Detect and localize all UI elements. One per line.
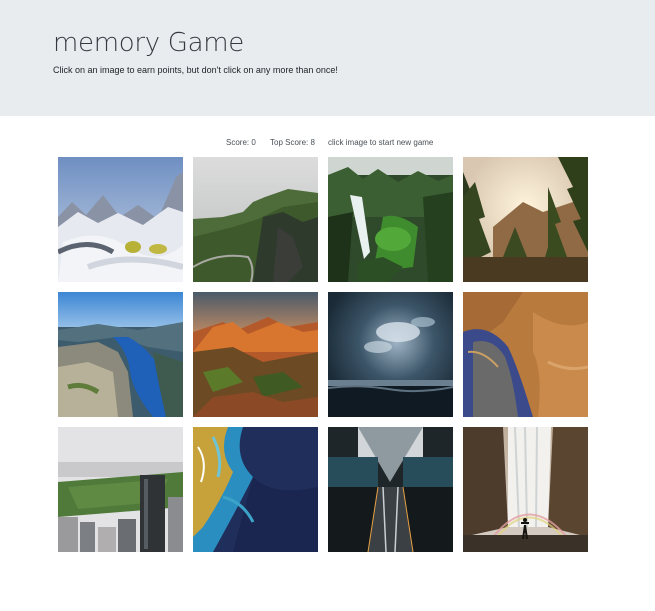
image-grid	[58, 157, 588, 552]
forest-waterfall-image[interactable]	[328, 157, 453, 282]
top-score-display: Top Score: 8	[270, 137, 315, 149]
ocean-reef-aerial-image[interactable]	[193, 427, 318, 552]
pine-forest-sunset-image[interactable]	[463, 157, 588, 282]
snowy-mountains-image[interactable]	[58, 157, 183, 282]
waterfall-rainbow-image[interactable]	[463, 427, 588, 552]
scoreboard: Score: 0 Top Score: 8 click image to sta…	[0, 137, 655, 149]
page-subtitle: Click on an image to earn points, but do…	[53, 65, 338, 75]
green-cliffs-road-image[interactable]	[193, 157, 318, 282]
red-canyon-image[interactable]	[193, 292, 318, 417]
score-display: Score: 0	[226, 137, 256, 149]
stormy-sea-sky-image[interactable]	[328, 292, 453, 417]
game-status-message: click image to start new game	[328, 138, 434, 147]
score-label: Score:	[226, 138, 250, 147]
memory-game-page: memory Game Click on an image to earn po…	[0, 0, 655, 611]
city-park-skyline-image[interactable]	[58, 427, 183, 552]
page-title: memory Game	[53, 28, 245, 58]
top-score-value: 8	[310, 138, 315, 147]
desert-aerial-image[interactable]	[463, 292, 588, 417]
score-value: 0	[251, 138, 256, 147]
fjord-aerial-image[interactable]	[58, 292, 183, 417]
header-banner: memory Game Click on an image to earn po…	[0, 0, 655, 116]
top-score-label: Top Score:	[270, 138, 309, 147]
escalator-station-image[interactable]	[328, 427, 453, 552]
